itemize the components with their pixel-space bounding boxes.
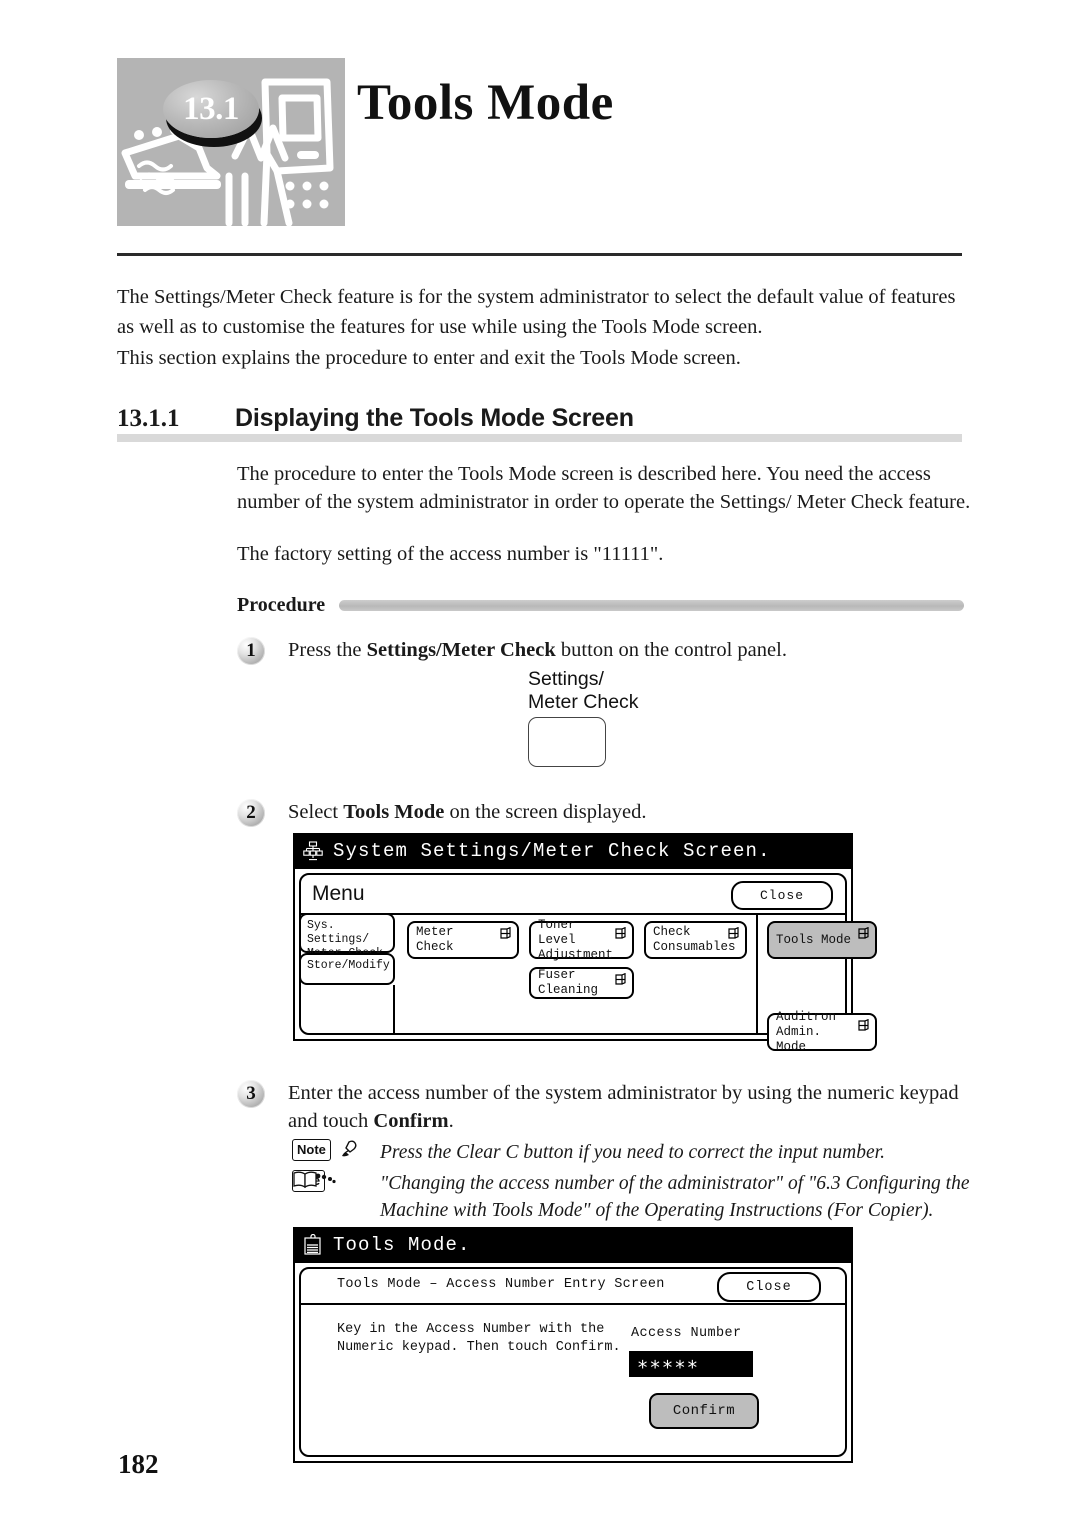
menu-button-fuser-cleaning[interactable]: Fuser Cleaning xyxy=(529,967,634,999)
chapter-number: 13.1 xyxy=(183,90,239,127)
see-annotation: See "Changing the access number of the a… xyxy=(292,1170,1040,1224)
screen-menu-title: System Settings/Meter Check Screen. xyxy=(333,840,771,862)
menu-button-fuser-cleaning-label: Fuser Cleaning xyxy=(538,968,599,997)
screen-tools-title: Tools Mode. xyxy=(333,1234,471,1256)
step-1-text-after: button on the control panel. xyxy=(555,639,787,661)
clipboard-document-icon xyxy=(304,1234,321,1255)
step-text-1: Press the Settings/Meter Check button on… xyxy=(288,637,978,665)
section-divider xyxy=(117,434,962,442)
step-3-text-bold: Confirm xyxy=(373,1109,449,1132)
menu-close-button[interactable]: Close xyxy=(731,881,833,910)
tools-instruction-text: Key in the Access Number with the Numeri… xyxy=(337,1322,621,1355)
menu-right-divider xyxy=(756,915,758,1033)
procedure-rule xyxy=(339,599,964,611)
page-corner-icon xyxy=(728,927,739,939)
open-book-icon xyxy=(293,1171,336,1189)
menu-button-auditron-admin-mode[interactable]: Auditron Admin. Mode xyxy=(767,1010,877,1054)
intro-paragraph-2: This section explains the procedure to e… xyxy=(117,347,741,369)
settings-meter-check-key[interactable] xyxy=(528,717,606,767)
screen-menu-titlebar: System Settings/Meter Check Screen. xyxy=(293,833,853,869)
tools-close-button[interactable]: Close xyxy=(717,1272,821,1302)
system-settings-meter-check-screen: System Settings/Meter Check Screen. Menu… xyxy=(293,833,877,1054)
menu-button-check-consumables[interactable]: Check Consumables xyxy=(644,921,747,959)
menu-button-auditron-admin-mode-label: Auditron Admin. Mode xyxy=(776,1009,837,1054)
menu-tab-store-modify[interactable]: Store/Modify xyxy=(299,953,395,985)
access-number-label: Access Number xyxy=(631,1326,742,1341)
menu-button-tools-mode[interactable]: Tools Mode xyxy=(767,921,877,959)
note-annotation: Note Press the Clear C button if you nee… xyxy=(292,1139,1040,1166)
procedure-label: Procedure xyxy=(237,593,326,616)
step-2-text-after: on the screen displayed. xyxy=(444,801,647,823)
section-body-2: The factory setting of the access number… xyxy=(237,543,664,565)
step-3-text-after: . xyxy=(448,1109,454,1132)
step-1-text-bold: Settings/Meter Check xyxy=(366,639,556,661)
chapter-number-badge: 13.1 xyxy=(163,80,259,138)
step-badge-1: 1 xyxy=(237,637,265,665)
see-annotation-text: "Changing the access number of the admin… xyxy=(380,1173,970,1221)
network-hierarchy-icon xyxy=(303,841,323,861)
step-2-text-bold: Tools Mode xyxy=(343,801,445,823)
page-title: Tools Mode xyxy=(357,75,614,131)
screen-tools-body: Tools Mode – Access Number Entry Screen … xyxy=(293,1263,853,1463)
confirm-button[interactable]: Confirm xyxy=(649,1393,759,1429)
step-1-text-before: Press the xyxy=(288,639,367,661)
menu-panel-frame: Menu Close Sys. Settings/ Meter Check St… xyxy=(299,873,877,1054)
menu-button-toner-level-adjustment-label: Toner Level Adjustment xyxy=(538,917,614,962)
menu-button-toner-level-adjustment[interactable]: Toner Level Adjustment xyxy=(529,918,634,962)
step-badge-2: 2 xyxy=(237,799,265,827)
menu-header-label: Menu xyxy=(312,882,365,905)
control-panel-button-illustration: Settings/ Meter Check xyxy=(528,668,688,768)
pencil-note-icon xyxy=(342,1140,357,1157)
page-corner-icon xyxy=(858,1019,869,1031)
chapter-banner: 13.1 xyxy=(117,58,345,226)
menu-header: Menu Close xyxy=(301,875,845,913)
screen-tools-titlebar: Tools Mode. xyxy=(293,1227,853,1263)
step-text-2: Select Tools Mode on the screen displaye… xyxy=(288,799,978,827)
see-icon-group: See xyxy=(292,1170,372,1194)
step-2-text-before: Select xyxy=(288,801,344,823)
page-corner-icon xyxy=(615,973,626,985)
page-corner-icon xyxy=(615,927,626,939)
intro-paragraph-1: The Settings/Meter Check feature is for … xyxy=(117,286,956,338)
tools-header: Tools Mode – Access Number Entry Screen … xyxy=(301,1269,845,1305)
section-heading: 13.1.1 Displaying the Tools Mode Screen xyxy=(117,404,967,433)
menu-button-meter-check[interactable]: Meter Check xyxy=(407,921,519,959)
menu-button-tools-mode-label: Tools Mode xyxy=(776,932,852,947)
note-annotation-text: Press the Clear C button if you need to … xyxy=(380,1142,885,1163)
menu-button-check-consumables-label: Check Consumables xyxy=(653,925,736,954)
section-body-1: The procedure to enter the Tools Mode sc… xyxy=(237,463,971,513)
menu-content-area: Sys. Settings/ Meter Check Store/Modify … xyxy=(299,913,877,1054)
menu-tab-sys-settings[interactable]: Sys. Settings/ Meter Check xyxy=(299,913,395,960)
step-text-3: Enter the access number of the system ad… xyxy=(288,1080,978,1135)
note-chip-label: Note xyxy=(292,1139,331,1161)
section-title: Displaying the Tools Mode Screen xyxy=(235,404,634,432)
step-badge-3: 3 xyxy=(237,1080,265,1108)
page-number: 182 xyxy=(118,1449,159,1479)
tools-mode-screen: Tools Mode. Tools Mode – Access Number E… xyxy=(293,1227,853,1463)
access-number-field[interactable]: ∗∗∗∗∗ xyxy=(629,1351,753,1377)
section-number: 13.1.1 xyxy=(117,405,180,432)
header-divider xyxy=(117,253,962,256)
tools-header-label: Tools Mode – Access Number Entry Screen xyxy=(337,1277,665,1292)
tools-panel-frame: Tools Mode – Access Number Entry Screen … xyxy=(299,1267,847,1457)
note-icon-group: Note xyxy=(292,1139,372,1163)
procedure-header: Procedure xyxy=(237,594,964,616)
control-panel-button-label: Settings/ Meter Check xyxy=(528,668,639,713)
menu-button-meter-check-label: Meter Check xyxy=(416,925,454,954)
screen-menu-body: Menu Close Sys. Settings/ Meter Check St… xyxy=(293,869,877,1054)
page-corner-icon xyxy=(500,927,511,939)
page-corner-icon xyxy=(858,927,869,939)
